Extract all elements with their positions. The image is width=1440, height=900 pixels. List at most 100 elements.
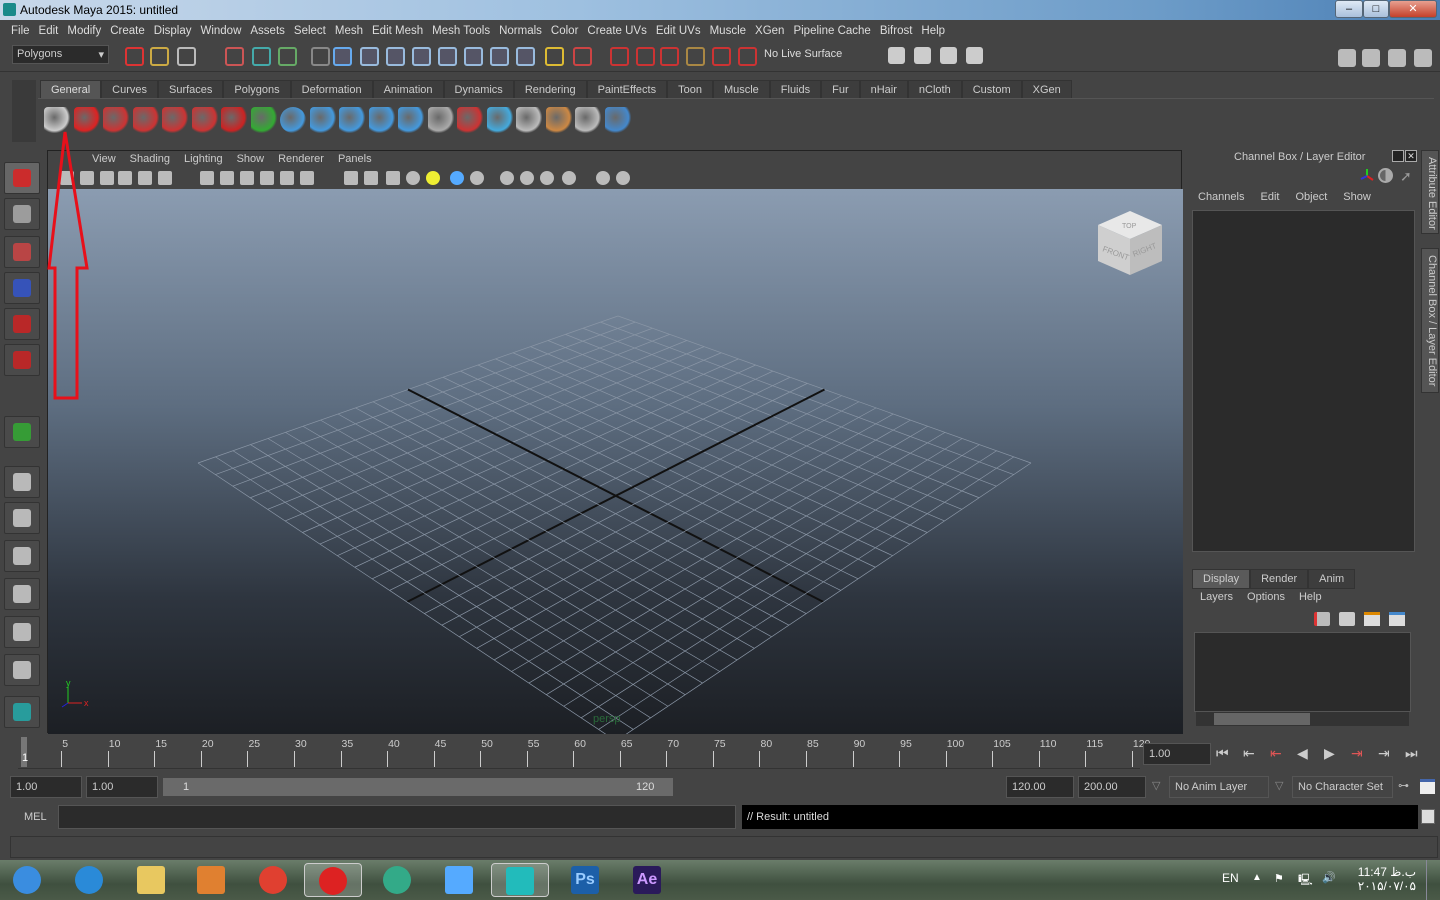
paint-select-tool[interactable] [4,236,40,268]
ipr-render-icon[interactable] [940,47,957,64]
shelf-tab-muscle[interactable]: Muscle [712,80,770,98]
render-cube-icon[interactable] [486,107,513,133]
anim-layer-chevron-icon[interactable]: ▽ [1152,779,1160,792]
xray-joints-icon[interactable] [596,171,610,185]
xray-icon[interactable] [562,171,576,185]
create-layer-selected-icon[interactable] [1389,612,1405,626]
layer-menu-options[interactable]: Options [1247,591,1285,603]
xray-active-icon[interactable] [616,171,630,185]
taskbar-download-manager[interactable] [378,863,418,897]
hypershade-layout[interactable] [4,616,40,648]
render-icon[interactable] [457,107,483,133]
layer-menu-layers[interactable]: Layers [1200,591,1233,603]
render-view-icon[interactable] [888,47,905,64]
select-joints-icon[interactable] [360,47,379,66]
menu-select[interactable]: Select [291,21,332,42]
open-scene-icon[interactable] [150,47,169,66]
play-backward-button[interactable]: ◀ [1297,745,1315,762]
field-chart-icon[interactable] [240,171,254,185]
ik-handle-icon[interactable] [368,107,395,133]
panel-menu-show[interactable]: Show [233,151,275,168]
select-component-icon[interactable] [278,47,297,66]
language-indicator[interactable]: EN [1222,871,1239,885]
panel-menu-renderer[interactable]: Renderer [274,151,334,168]
menu-help[interactable]: Help [918,21,951,42]
shadows-icon[interactable] [426,171,440,185]
shelf-tab-painteffects[interactable]: PaintEffects [586,80,668,98]
select-hierarchy-icon[interactable] [225,47,244,66]
smooth-shade-icon[interactable] [344,171,358,185]
taskbar-media-player[interactable] [192,863,232,897]
lock-icon[interactable] [545,47,564,66]
scale-tool[interactable] [4,344,40,376]
arrow-icon[interactable]: ➚ [1400,168,1412,185]
shelf-tab-surfaces[interactable]: Surfaces [157,80,224,98]
channel-menu-show[interactable]: Show [1343,191,1371,203]
joint-icon[interactable] [309,107,336,133]
shelf-tab-toon[interactable]: Toon [667,80,713,98]
menu-file[interactable]: File [8,21,36,42]
shelf-tab-curves[interactable]: Curves [101,80,158,98]
render-box-icon[interactable] [516,107,542,133]
select-deformations-icon[interactable] [438,47,457,66]
playback-end-field[interactable]: 120.00 [1006,776,1074,798]
menu-window[interactable]: Window [197,21,247,42]
menu-normals[interactable]: Normals [496,21,548,42]
shelf-tab-rendering[interactable]: Rendering [513,80,587,98]
panel-menu-lighting[interactable]: Lighting [180,151,233,168]
show-desktop-button[interactable] [1426,860,1440,900]
step-forward-key-button[interactable]: ⇥ [1351,745,1369,762]
menu-edit-uvs[interactable]: Edit UVs [653,21,707,42]
command-input[interactable] [58,805,736,829]
wireframe-icon[interactable] [300,171,314,185]
shelf-tab-fur[interactable]: Fur [821,80,860,98]
select-object-icon[interactable] [252,47,271,66]
layer-menu-help[interactable]: Help [1299,591,1322,603]
menu-bifrost[interactable]: Bifrost [877,21,919,42]
go-to-start-button[interactable]: ⏮ [1216,745,1234,762]
viewport-3d[interactable]: TOP FRONT RIGHT y x persp [48,189,1183,734]
muscle-icon[interactable] [103,107,129,133]
shelf-tab-deformation[interactable]: Deformation [290,80,373,98]
manipulator-icon[interactable] [604,107,631,133]
snap-surface-icon[interactable] [738,47,757,66]
shelf-tab-fluids[interactable]: Fluids [769,80,822,98]
close-button[interactable]: ✕ [1389,0,1437,18]
action-center-flag-icon[interactable]: ⚑ [1274,872,1284,885]
persp-outliner-layout[interactable] [4,540,40,572]
end-time-field[interactable]: 200.00 [1078,776,1146,798]
modeling-toolkit-icon[interactable] [1338,49,1356,67]
channel-menu-channels[interactable]: Channels [1198,191,1244,203]
go-to-end-button[interactable]: ⏭ [1405,745,1423,762]
shelf-tab-ncloth[interactable]: nCloth [907,80,962,98]
shelf-tab-custom[interactable]: Custom [961,80,1022,98]
layer-scrollbar[interactable] [1196,712,1409,726]
show-hidden-icons[interactable]: ▲ [1252,872,1262,883]
muscle-move-icon[interactable] [132,107,159,133]
grid-toggle-icon[interactable] [138,171,152,185]
step-forward-button[interactable]: ⇥ [1378,745,1396,762]
snap-view-icon[interactable] [686,47,705,66]
select-rendering-icon[interactable] [490,47,509,66]
anim-layer-dropdown[interactable]: No Anim Layer [1169,776,1269,798]
float-panel-button[interactable] [1392,150,1404,162]
select-tool[interactable] [4,162,40,194]
persp-uv-layout[interactable] [4,654,40,686]
channel-box-toggle-icon[interactable] [1414,49,1432,67]
snap-curve-icon[interactable] [636,47,655,66]
preferences-icon[interactable] [1420,779,1435,794]
tab-channel-box[interactable]: Channel Box / Layer Editor [1421,248,1439,393]
highlight-icon[interactable] [573,47,592,66]
script-editor-icon[interactable] [1421,809,1435,824]
isolate-select-icon[interactable] [540,171,554,185]
menu-pipeline-cache[interactable]: Pipeline Cache [790,21,876,42]
range-bar[interactable]: 1 120 [163,778,673,796]
menu-mesh[interactable]: Mesh [332,21,369,42]
create-layer-icon[interactable] [1364,612,1380,626]
character-set-chevron-icon[interactable]: ▽ [1275,779,1283,792]
muscle-paint-icon[interactable] [162,107,188,133]
shelf-tab-nhair[interactable]: nHair [859,80,908,98]
taskbar-chrome[interactable] [254,863,294,897]
single-perspective-layout[interactable] [4,466,40,498]
playback-start-field[interactable]: 1.00 [86,776,158,798]
